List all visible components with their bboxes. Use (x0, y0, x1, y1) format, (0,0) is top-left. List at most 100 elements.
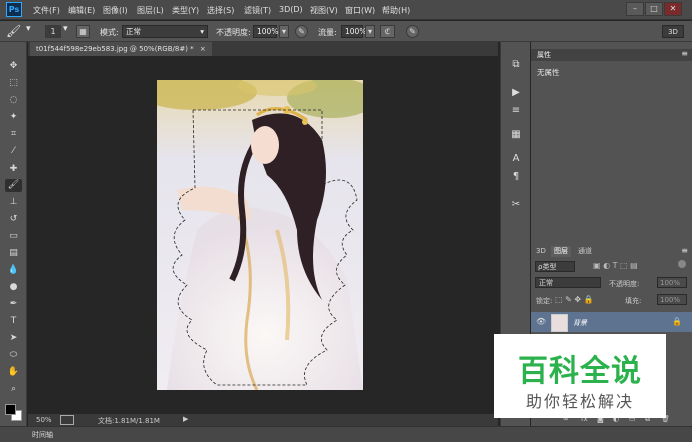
blend-mode-select[interactable]: 正常 (535, 277, 601, 288)
pen-tool-icon[interactable]: ✒ (5, 298, 22, 311)
dropdown-arrow-icon[interactable]: ▾ (63, 24, 68, 34)
zoom-level[interactable]: 50% (36, 416, 52, 424)
menu-view[interactable]: 视图(V) (310, 5, 338, 16)
close-icon[interactable]: × (200, 45, 206, 53)
flow-dropdown-icon[interactable]: ▾ (365, 25, 375, 38)
properties-panel: 属性 ≡ 无属性 (531, 42, 692, 246)
watermark-title: 百科全说 (518, 354, 642, 389)
brush-preset-picker[interactable]: 1 (45, 25, 61, 38)
workspace-3d-button[interactable]: 3D (662, 25, 684, 38)
panel-menu-icon[interactable]: ≡ (681, 246, 688, 255)
menu-layer[interactable]: 图层(L) (137, 5, 164, 16)
pressure-size-icon[interactable]: ✎ (406, 25, 419, 38)
opacity-dropdown-icon[interactable]: ▾ (279, 25, 289, 38)
path-selection-tool-icon[interactable]: ➤ (5, 332, 22, 345)
photoshop-logo: Ps (6, 2, 22, 17)
visibility-eye-icon[interactable]: 👁 (536, 317, 546, 326)
healing-brush-tool-icon[interactable]: ✚ (5, 163, 22, 176)
mode-label: 模式: (100, 28, 119, 37)
layer-opacity-label: 不透明度: (609, 280, 640, 288)
layer-filter-label: ρ类型 (538, 263, 557, 271)
timeline-panel: 时间轴 (0, 426, 692, 442)
menu-edit[interactable]: 编辑(E) (68, 5, 95, 16)
document-size: 文档:1.81M/1.81M (98, 417, 160, 425)
history-panel-icon[interactable]: ⧉ (509, 58, 523, 72)
tab-layers[interactable]: 图层 (551, 246, 571, 257)
lock-icons[interactable]: ⬚ ✎ ✥ 🔒 (555, 295, 594, 304)
layer-thumbnail (551, 314, 568, 332)
tab-channels[interactable]: 通道 (575, 246, 595, 257)
marquee-tool-icon[interactable]: ⬚ (5, 77, 22, 90)
brush-panel-toggle-icon[interactable]: ▦ (76, 25, 90, 38)
type-tool-icon[interactable]: T (5, 315, 22, 328)
gradient-tool-icon[interactable]: ▤ (5, 247, 22, 260)
layer-opacity-input[interactable]: 100% (657, 277, 687, 288)
blur-tool-icon[interactable]: 💧 (5, 264, 22, 277)
menu-file[interactable]: 文件(F) (33, 5, 60, 16)
export-icon[interactable] (60, 415, 74, 425)
flow-input[interactable]: 100% (341, 25, 366, 38)
lasso-tool-icon[interactable]: ◌ (5, 94, 22, 107)
panel-menu-icon[interactable]: ≡ (681, 49, 688, 58)
layer-filter-select[interactable]: ρ类型 (535, 261, 575, 272)
magic-wand-tool-icon[interactable]: ✦ (5, 111, 22, 124)
clone-stamp-tool-icon[interactable]: ⊥ (5, 196, 22, 209)
paragraph-panel-icon[interactable]: ¶ (509, 170, 523, 184)
filter-toggle-icon[interactable] (678, 260, 686, 268)
hand-tool-icon[interactable]: ✋ (5, 366, 22, 379)
layer-name[interactable]: 背景 (573, 318, 587, 328)
history-brush-tool-icon[interactable]: ↺ (5, 213, 22, 226)
crop-tool-icon[interactable]: ⌗ (5, 128, 22, 141)
document-tab[interactable]: t01f544f598e29eb583.jpg @ 50%(RGB/8#) * … (30, 42, 212, 56)
tools-presets-icon[interactable]: ✂ (509, 198, 523, 212)
styles-panel-icon[interactable]: ▦ (509, 128, 523, 142)
move-tool-icon[interactable]: ✥ (5, 60, 22, 73)
toolbox: ✥ ⬚ ◌ ✦ ⌗ ⁄ ✚ 🖌 ⊥ ↺ ▭ ▤ 💧 ● ✒ T ➤ ⬭ ✋ ⌕ (0, 42, 27, 432)
properties-title[interactable]: 属性 (537, 50, 551, 60)
brush-size-value: 1 (50, 27, 56, 36)
opacity-label: 不透明度: (216, 28, 251, 37)
character-panel-icon[interactable]: A (509, 152, 523, 166)
foreground-color-swatch[interactable] (5, 404, 16, 415)
document-image[interactable] (157, 80, 363, 390)
eraser-tool-icon[interactable]: ▭ (5, 230, 22, 243)
menu-image[interactable]: 图像(I) (103, 5, 128, 16)
watermark-subtitle: 助你轻松解决 (525, 392, 634, 411)
play-arrow-icon[interactable]: ▶ (183, 415, 188, 423)
opacity-input[interactable]: 100% (253, 25, 278, 38)
actions-panel-icon[interactable]: ▶ (509, 86, 523, 100)
brush-tool-icon[interactable]: 🖌 (5, 179, 22, 192)
minimize-button[interactable]: – (626, 2, 644, 16)
airbrush-icon[interactable]: ℭ (380, 25, 395, 38)
flow-label: 流量: (318, 28, 337, 37)
menu-help[interactable]: 帮助(H) (382, 5, 410, 16)
menu-type[interactable]: 类型(Y) (172, 5, 199, 16)
tab-3d[interactable]: 3D (533, 246, 549, 257)
watermark: 百科全说 助你轻松解决 (494, 334, 666, 418)
filter-icons[interactable]: ▣ ◐ T ⬚ ▤ (593, 261, 638, 270)
menu-filter[interactable]: 滤镜(T) (244, 5, 271, 16)
menu-3d[interactable]: 3D(D) (279, 5, 303, 14)
fill-label: 填充: (625, 297, 642, 305)
close-button[interactable]: ✕ (664, 2, 682, 16)
mode-select[interactable]: 正常 ▾ (122, 25, 208, 38)
fill-input[interactable]: 100% (657, 294, 687, 305)
no-properties-text: 无属性 (537, 68, 560, 77)
brush-tool-icon[interactable]: 🖌 (6, 24, 21, 38)
menu-bar: Ps 文件(F) 编辑(E) 图像(I) 图层(L) 类型(Y) 选择(S) 滤… (0, 0, 692, 20)
adjustments-panel-icon[interactable]: ≡ (509, 104, 523, 118)
maximize-button[interactable]: □ (645, 2, 663, 16)
dodge-tool-icon[interactable]: ● (5, 281, 22, 294)
timeline-label[interactable]: 时间轴 (32, 430, 53, 440)
shape-tool-icon[interactable]: ⬭ (5, 349, 22, 362)
menu-select[interactable]: 选择(S) (207, 5, 234, 16)
dropdown-arrow-icon[interactable]: ▾ (26, 24, 31, 34)
zoom-tool-icon[interactable]: ⌕ (5, 383, 22, 396)
layer-row-background[interactable]: 👁 背景 🔒 (531, 312, 692, 332)
menu-window[interactable]: 窗口(W) (345, 5, 375, 16)
pressure-opacity-icon[interactable]: ✎ (295, 25, 308, 38)
lock-label: 锁定: (536, 297, 553, 305)
eyedropper-tool-icon[interactable]: ⁄ (5, 145, 22, 158)
blend-mode-value: 正常 (539, 279, 553, 287)
options-bar: 🖌 ▾ 1 ▾ ▦ 模式: 正常 ▾ 不透明度: 100% ▾ ✎ 流量: 10… (0, 21, 692, 42)
